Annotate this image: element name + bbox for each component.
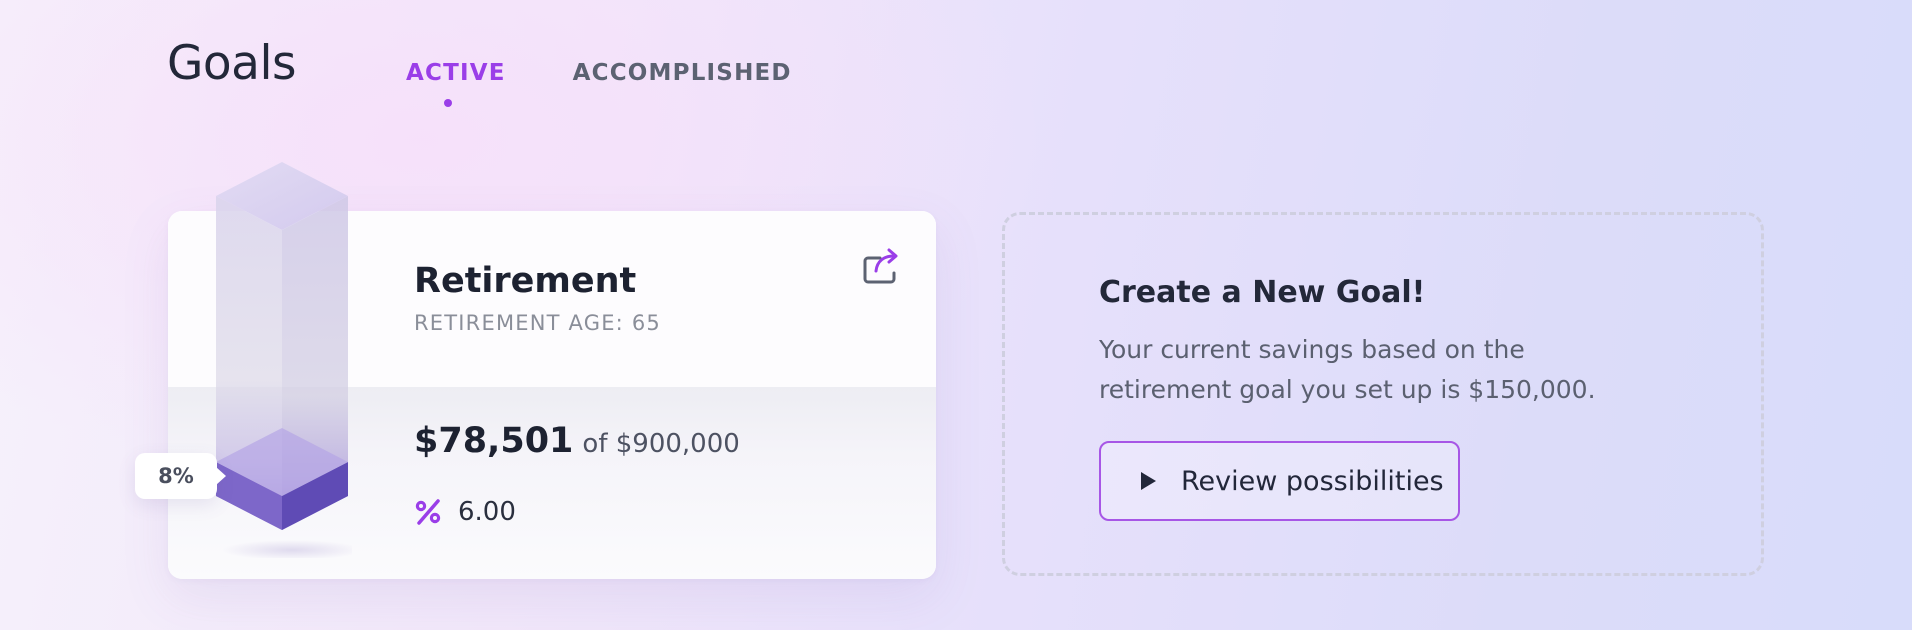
new-goal-title: Create a New Goal!: [1099, 275, 1426, 310]
active-tab-indicator: [444, 99, 452, 107]
current-amount: $78,501: [414, 421, 574, 461]
rate-value: 6.00: [458, 497, 516, 527]
page-title: Goals: [167, 36, 297, 91]
tab-accomplished[interactable]: ACCOMPLISHED: [573, 60, 792, 86]
goal-title: Retirement: [414, 261, 637, 301]
percent-icon: [415, 499, 441, 525]
tab-active[interactable]: ACTIVE: [406, 60, 506, 107]
progress-percent-badge: 8%: [135, 453, 226, 499]
share-button[interactable]: [860, 247, 900, 287]
tab-accomplished-label: ACCOMPLISHED: [572, 60, 792, 86]
share-icon: [863, 248, 898, 284]
goal-amount: $78,501 of $900,000: [414, 421, 740, 461]
goal-subtitle: RETIREMENT AGE: 65: [414, 311, 661, 335]
tab-active-label: ACTIVE: [406, 60, 506, 86]
goal-progress-bar: [216, 162, 352, 558]
new-goal-panel: Create a New Goal! Your current savings …: [1002, 212, 1764, 576]
review-possibilities-label: Review possibilities: [1181, 465, 1444, 497]
target-amount: of $900,000: [582, 429, 740, 459]
bar-floor-shadow: [222, 540, 352, 558]
goals-tabs: ACTIVE ACCOMPLISHED: [406, 60, 792, 107]
new-goal-description: Your current savings based on the retire…: [1099, 335, 1596, 404]
interest-rate: 6.00: [414, 497, 516, 527]
play-icon: [1141, 472, 1156, 490]
review-possibilities-button[interactable]: Review possibilities: [1099, 441, 1460, 521]
